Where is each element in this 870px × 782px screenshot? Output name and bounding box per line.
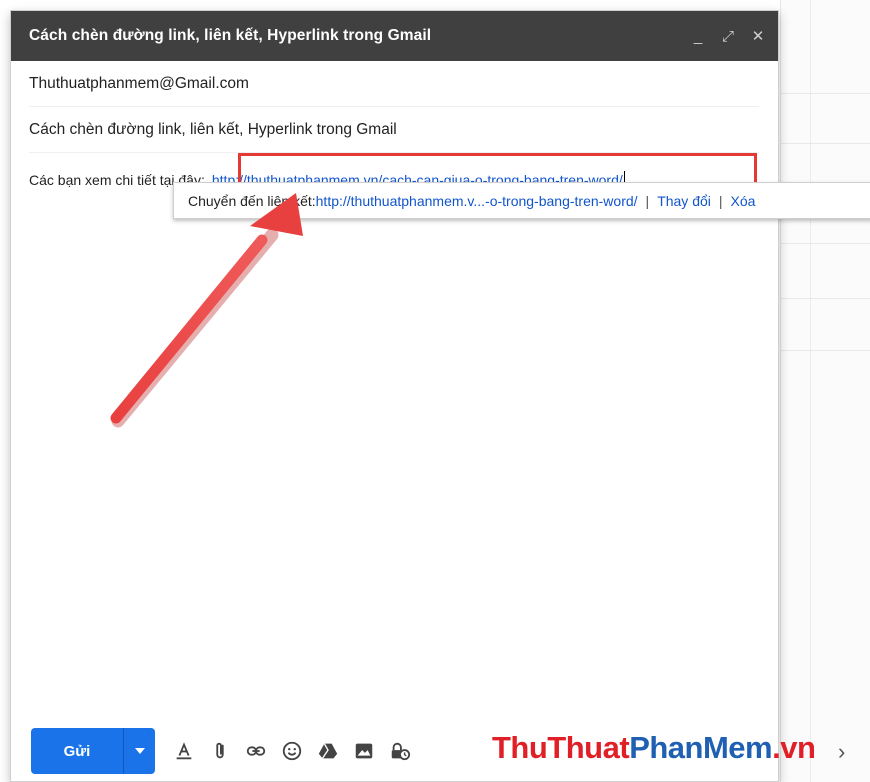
background-row-line — [780, 243, 870, 244]
compose-title: Cách chèn đường link, liên kết, Hyperlin… — [29, 27, 432, 44]
change-link-button[interactable]: Thay đổi — [657, 193, 711, 209]
expand-icon[interactable]: ⤢ — [720, 28, 736, 45]
emoji-icon[interactable] — [281, 740, 303, 762]
background-row-line — [780, 93, 870, 94]
tooltip-separator: | — [645, 192, 650, 209]
link-icon[interactable] — [245, 740, 267, 762]
subject-value: Cách chèn đường link, liên kết, Hyperlin… — [29, 120, 397, 138]
link-tooltip: Chuyển đến liên kết: http://thuthuatphan… — [173, 182, 870, 219]
subject-field[interactable]: Cách chèn đường link, liên kết, Hyperlin… — [29, 107, 759, 153]
background-row-line — [780, 350, 870, 351]
photo-icon[interactable] — [353, 740, 375, 762]
tooltip-link[interactable]: http://thuthuatphanmem.v...-o-trong-bang… — [316, 193, 638, 209]
compose-window: Cách chèn đường link, liên kết, Hyperlin… — [10, 10, 779, 782]
close-icon[interactable]: ✕ — [750, 28, 766, 45]
recipient-value: Thuthuatphanmem@Gmail.com — [29, 74, 249, 92]
send-group: Gửi — [31, 728, 155, 774]
tooltip-label: Chuyển đến liên kết: — [188, 192, 316, 209]
send-button[interactable]: Gửi — [31, 728, 123, 774]
formatting-tools — [173, 740, 411, 762]
watermark-part: PhanMem — [629, 730, 773, 765]
attach-icon[interactable] — [209, 740, 231, 762]
confidential-icon[interactable] — [389, 740, 411, 762]
window-controls: _ ⤢ ✕ — [690, 11, 766, 61]
drive-icon[interactable] — [317, 740, 339, 762]
background-row-line — [780, 298, 870, 299]
compose-toolbar: Gửi — [31, 728, 411, 774]
watermark-part: ThuThuat — [492, 730, 630, 765]
minimize-icon[interactable]: _ — [690, 28, 706, 45]
chevron-down-icon — [134, 748, 145, 754]
send-options-button[interactable] — [123, 728, 155, 774]
remove-link-button[interactable]: Xóa — [731, 193, 756, 209]
background-divider — [810, 0, 811, 782]
compose-header: Cách chèn đường link, liên kết, Hyperlin… — [11, 11, 778, 61]
recipient-field[interactable]: Thuthuatphanmem@Gmail.com — [29, 61, 759, 107]
background-panel — [780, 0, 870, 782]
format-text-icon[interactable] — [173, 740, 195, 762]
chevron-right-icon: › — [838, 739, 846, 764]
background-row-line — [780, 143, 870, 144]
watermark-part: .vn — [772, 730, 816, 765]
tooltip-separator: | — [718, 192, 723, 209]
watermark-logo: ThuThuatPhanMem.vn — [492, 730, 816, 766]
